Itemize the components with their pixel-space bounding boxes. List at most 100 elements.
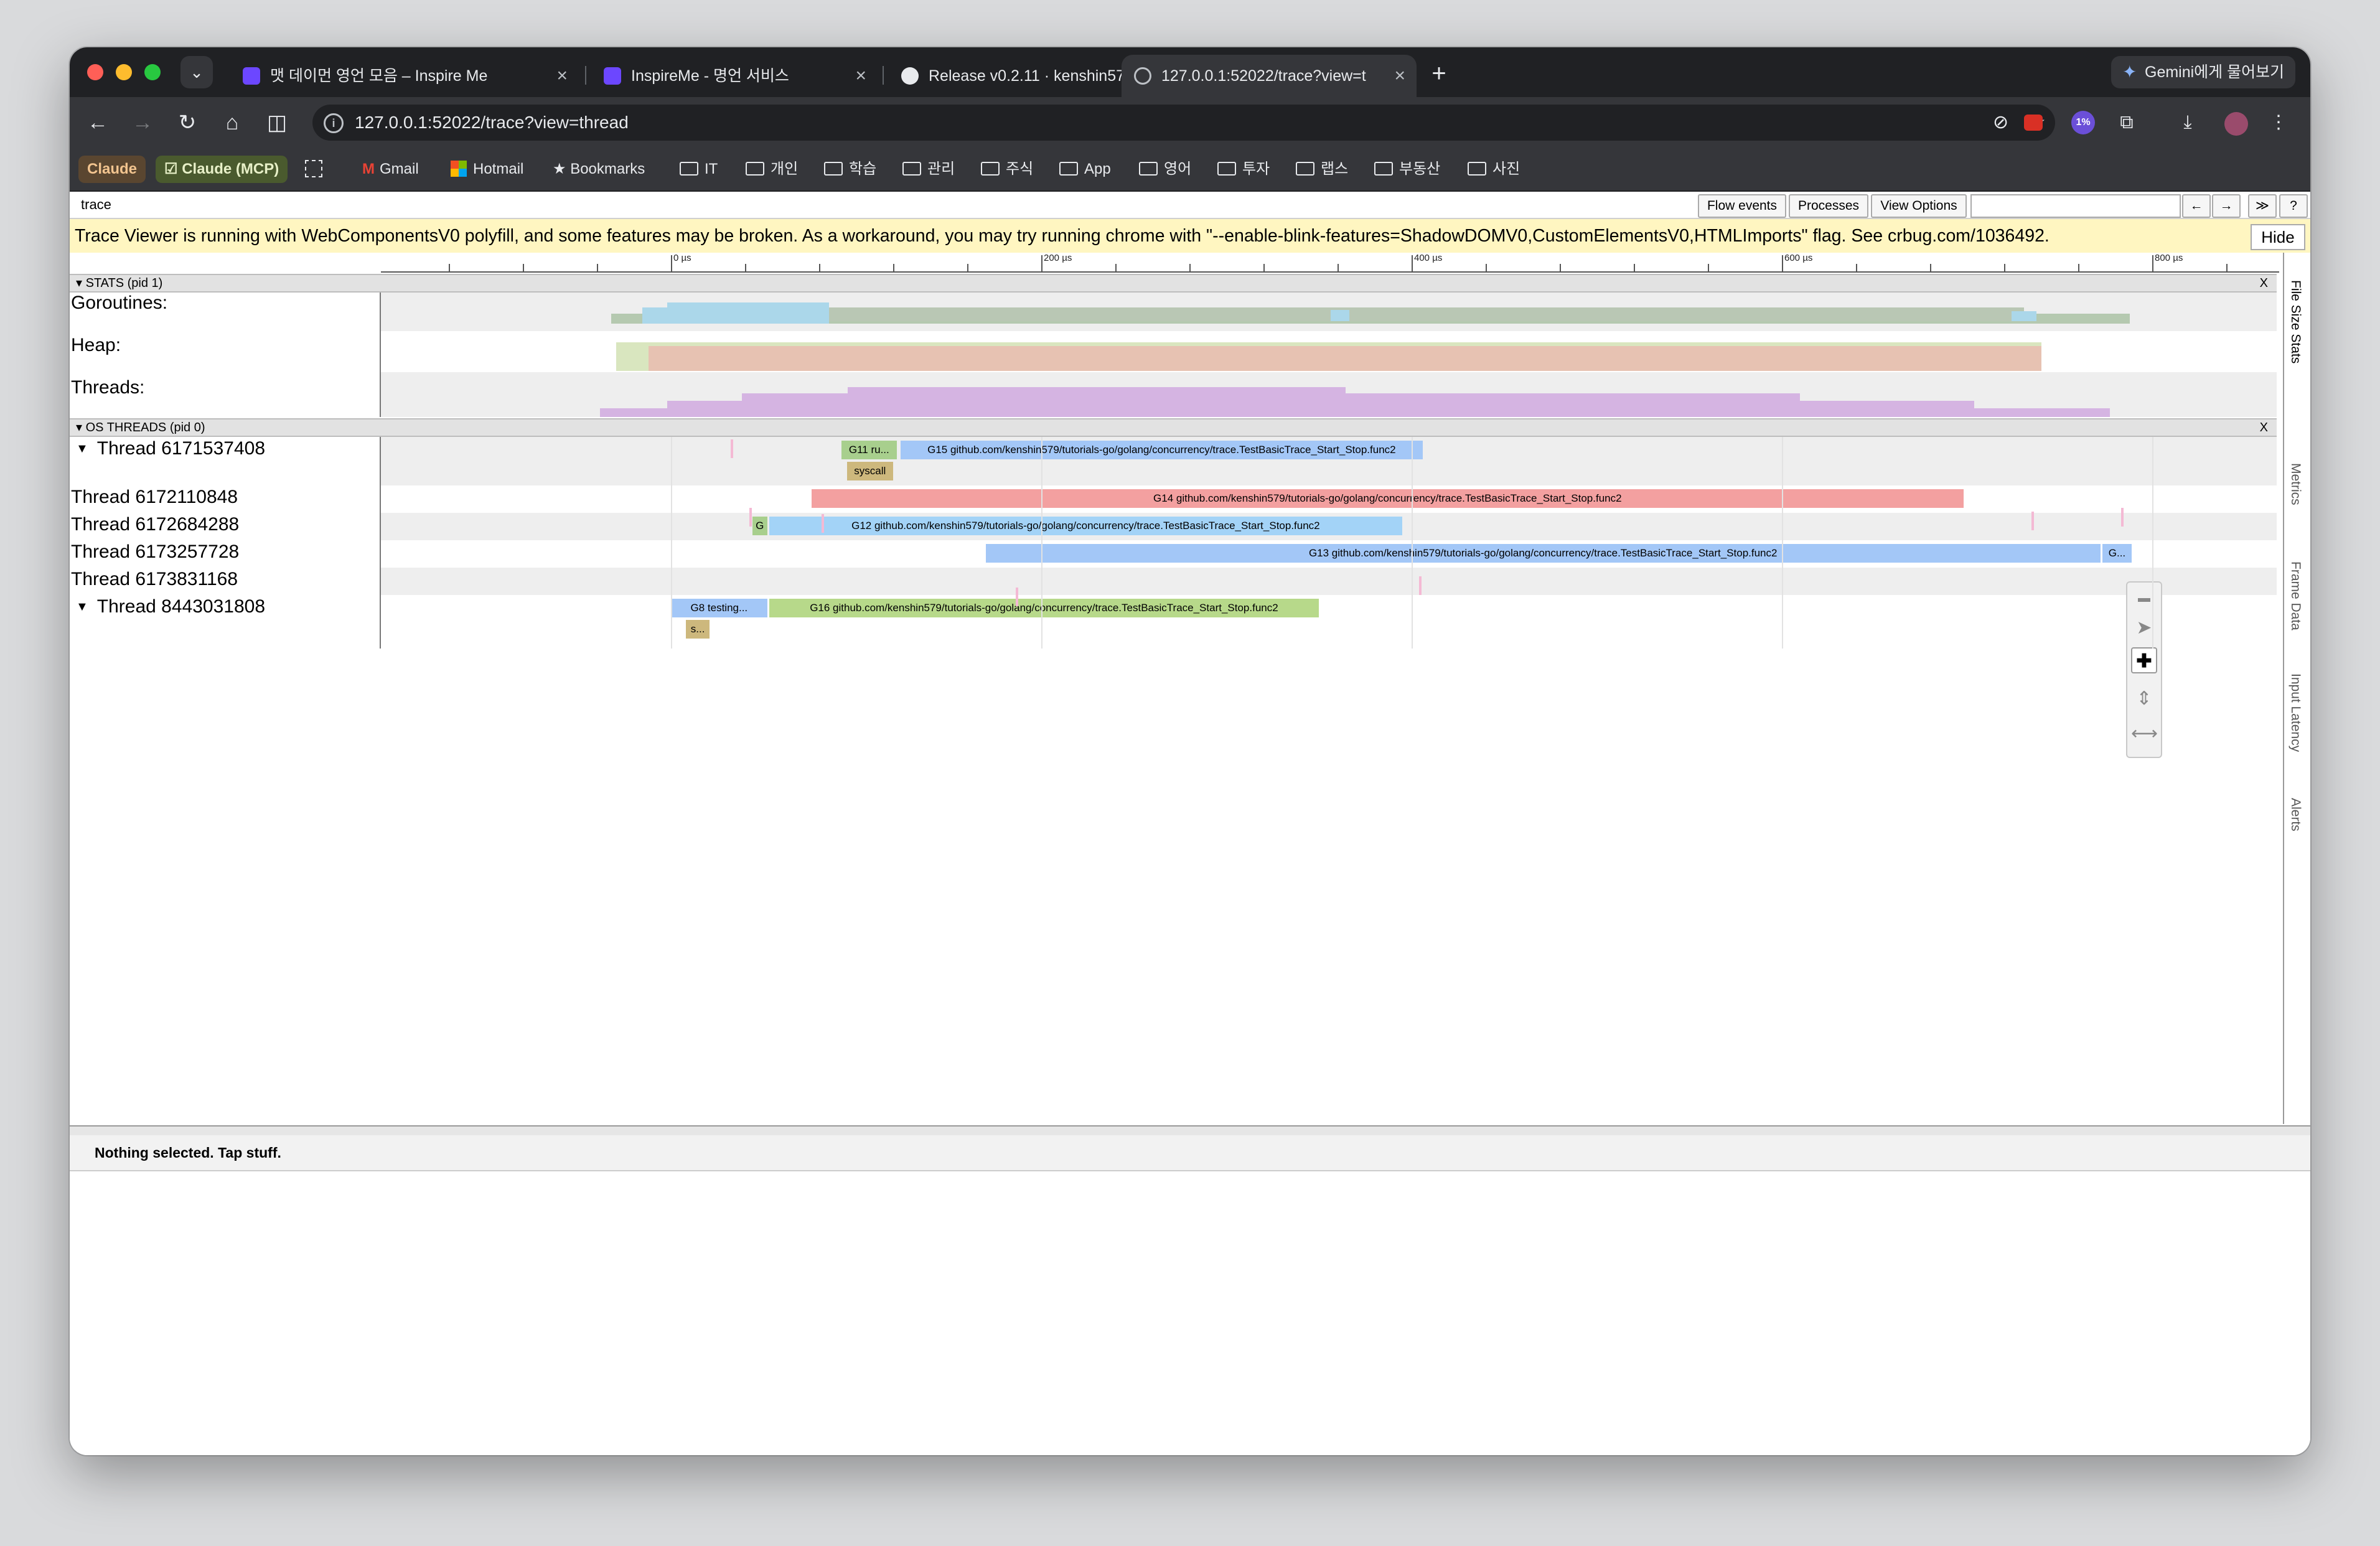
extensions-puzzle-icon[interactable]: ⧉	[2109, 105, 2145, 141]
address-bar[interactable]: i 127.0.0.1:52022/trace?view=thread ⊘ ☆	[312, 105, 2055, 141]
timeline-viewport[interactable]: 0 µs 200 µs 400 µs 600 µs 800 µs ▾ STATS (pi…	[70, 253, 2283, 1124]
bookmark-folder-english[interactable]: 영어	[1139, 156, 1191, 183]
trace-slice[interactable]: G	[752, 517, 767, 535]
instant-event-marker[interactable]	[2031, 512, 2034, 530]
trace-slice[interactable]: G13 github.com/kenshin579/tutorials-go/g…	[985, 544, 2101, 563]
bookmark-folder-realestate[interactable]: 부동산	[1374, 156, 1440, 183]
tab-1[interactable]: 맷 데이먼 영언 모음 – Inspire Me ×	[230, 55, 579, 97]
trace-slice[interactable]: G8 testing...	[671, 599, 767, 617]
find-all-button[interactable]: ≫	[2248, 194, 2277, 218]
flow-events-button[interactable]: Flow events	[1698, 194, 1786, 218]
thread-track-label[interactable]: Thread 6172684288	[71, 514, 239, 535]
bookmark-bookmarks[interactable]: ★ Bookmarks	[553, 156, 645, 183]
bookmark-claude-mcp[interactable]: ☑ Claude (MCP)	[156, 156, 288, 183]
close-window-button[interactable]	[87, 64, 103, 80]
find-next-button[interactable]: →	[2212, 194, 2241, 218]
instant-event-marker[interactable]	[731, 439, 733, 458]
os-threads-process-header[interactable]: ▾ OS THREADS (pid 0) X	[70, 418, 2277, 437]
side-tab-input-latency[interactable]: Input Latency	[2288, 673, 2303, 752]
thread-track-label[interactable]: Thread 6172110848	[71, 487, 238, 508]
timing-arrows-icon[interactable]: ⟷	[2131, 721, 2158, 747]
instant-event-marker[interactable]	[1419, 576, 1422, 595]
bookmark-folder-stocks[interactable]: 주식	[981, 156, 1033, 183]
bookmark-gmail[interactable]: M Gmail	[362, 156, 419, 183]
tab-search-chevron-icon[interactable]: ⌄	[180, 56, 213, 88]
bookmark-folder-manage[interactable]: 관리	[902, 156, 955, 183]
new-tab-plus-icon[interactable]: +	[1420, 55, 1458, 92]
trace-slice[interactable]: G14 github.com/kenshin579/tutorials-go/g…	[812, 489, 1964, 508]
eye-off-icon[interactable]: ⊘	[1993, 105, 2008, 141]
gemini-button[interactable]: ✦ Gemini에게 물어보기	[2111, 56, 2295, 88]
maximize-window-button[interactable]	[144, 64, 161, 80]
trace-slice[interactable]: syscall	[846, 462, 893, 480]
grid-line	[671, 437, 672, 649]
bookmark-folder-photos[interactable]: 사진	[1468, 156, 1520, 183]
find-prev-button[interactable]: ←	[2182, 194, 2211, 218]
stats-process-header[interactable]: ▾ STATS (pid 1) X	[70, 274, 2277, 293]
thread-track-label[interactable]: ▼ Thread 6171537408	[71, 438, 265, 459]
folder-icon	[1374, 161, 1393, 176]
site-info-icon[interactable]: i	[324, 113, 344, 133]
thread-track-label[interactable]: Thread 6173257728	[71, 541, 239, 563]
collapse-triangle-icon[interactable]: ▼	[76, 442, 88, 456]
side-tab-file-size-stats[interactable]: File Size Stats	[2288, 280, 2303, 363]
help-button[interactable]: ?	[2279, 194, 2308, 218]
close-process-icon[interactable]: X	[2260, 419, 2268, 436]
bookmark-claude[interactable]: Claude	[78, 156, 146, 183]
bookmark-folder-labs[interactable]: 랩스	[1296, 156, 1348, 183]
grid-line	[1782, 437, 1783, 649]
bookmark-folder-invest[interactable]: 투자	[1217, 156, 1270, 183]
download-icon[interactable]: ⤓	[2170, 105, 2206, 141]
folder-icon	[1139, 161, 1158, 176]
pan-cross-icon[interactable]: ✚	[2131, 647, 2157, 673]
trace-slice[interactable]: G...	[2102, 544, 2132, 563]
minimize-window-button[interactable]	[116, 64, 132, 80]
processes-button[interactable]: Processes	[1789, 194, 1868, 218]
trace-slice[interactable]: G11 ru...	[841, 441, 897, 459]
bookmark-hotmail[interactable]: Hotmail	[451, 156, 523, 183]
back-arrow-icon[interactable]: ←	[80, 105, 116, 141]
apps-grid-icon[interactable]	[305, 156, 326, 183]
close-process-icon[interactable]: X	[2260, 275, 2268, 291]
split-view-icon[interactable]: ◫	[259, 105, 295, 141]
trace-slice[interactable]: G12 github.com/kenshin579/tutorials-go/g…	[769, 517, 1403, 535]
view-options-button[interactable]: View Options	[1871, 194, 1967, 218]
side-tab-alerts[interactable]: Alerts	[2288, 798, 2303, 832]
side-tab-metrics[interactable]: Metrics	[2288, 463, 2303, 505]
zoom-arrow-icon[interactable]: ⇕	[2131, 686, 2157, 712]
home-icon[interactable]: ⌂	[214, 105, 250, 141]
profile-avatar[interactable]	[2224, 112, 2248, 136]
goroutines-counter-step	[642, 307, 667, 324]
tab-4-active[interactable]: 127.0.0.1:52022/trace?view=t ×	[1122, 55, 1417, 97]
extension-badge-icon[interactable]: 1%	[2071, 111, 2095, 134]
side-tab-frame-data[interactable]: Frame Data	[2288, 561, 2303, 630]
instant-event-marker[interactable]	[1016, 588, 1018, 606]
instant-event-marker[interactable]	[822, 514, 824, 533]
thread-track-label[interactable]: ▼ Thread 8443031808	[71, 596, 265, 617]
instant-event-marker[interactable]	[749, 508, 752, 527]
close-tab-icon[interactable]: ×	[855, 55, 866, 97]
trace-slice[interactable]: s...	[685, 620, 710, 639]
tab-2[interactable]: InspireMe - 명언 서비스 ×	[591, 55, 878, 97]
extension-red-icon[interactable]	[2024, 115, 2043, 131]
instant-event-marker[interactable]	[2121, 508, 2124, 527]
trace-viewer-header: trace Flow events Processes View Options…	[70, 192, 2310, 219]
ruler-tick	[597, 264, 598, 271]
reload-icon[interactable]: ↻	[169, 105, 205, 141]
trace-slice[interactable]: G15 github.com/kenshin579/tutorials-go/g…	[900, 441, 1423, 459]
find-input[interactable]	[1970, 194, 2181, 218]
close-tab-icon[interactable]: ×	[1394, 55, 1405, 97]
bookmark-label: 투자	[1242, 161, 1270, 177]
bookmark-folder-study[interactable]: 학습	[824, 156, 876, 183]
hide-warning-button[interactable]: Hide	[2251, 224, 2305, 250]
bookmark-folder-personal[interactable]: 개인	[746, 156, 798, 183]
collapse-triangle-icon[interactable]: ▼	[76, 600, 88, 614]
bookmark-folder-it[interactable]: IT	[680, 156, 718, 183]
thread-track-label[interactable]: Thread 6173831168	[71, 569, 238, 590]
forward-arrow-icon[interactable]: →	[124, 105, 161, 141]
url-text[interactable]: 127.0.0.1:52022/trace?view=thread	[355, 105, 629, 141]
bookmark-folder-app[interactable]: App	[1059, 156, 1111, 183]
menu-kebab-icon[interactable]: ⋮	[2261, 105, 2297, 141]
trace-slice[interactable]: G16 github.com/kenshin579/tutorials-go/g…	[769, 599, 1319, 617]
close-tab-icon[interactable]: ×	[556, 55, 568, 97]
